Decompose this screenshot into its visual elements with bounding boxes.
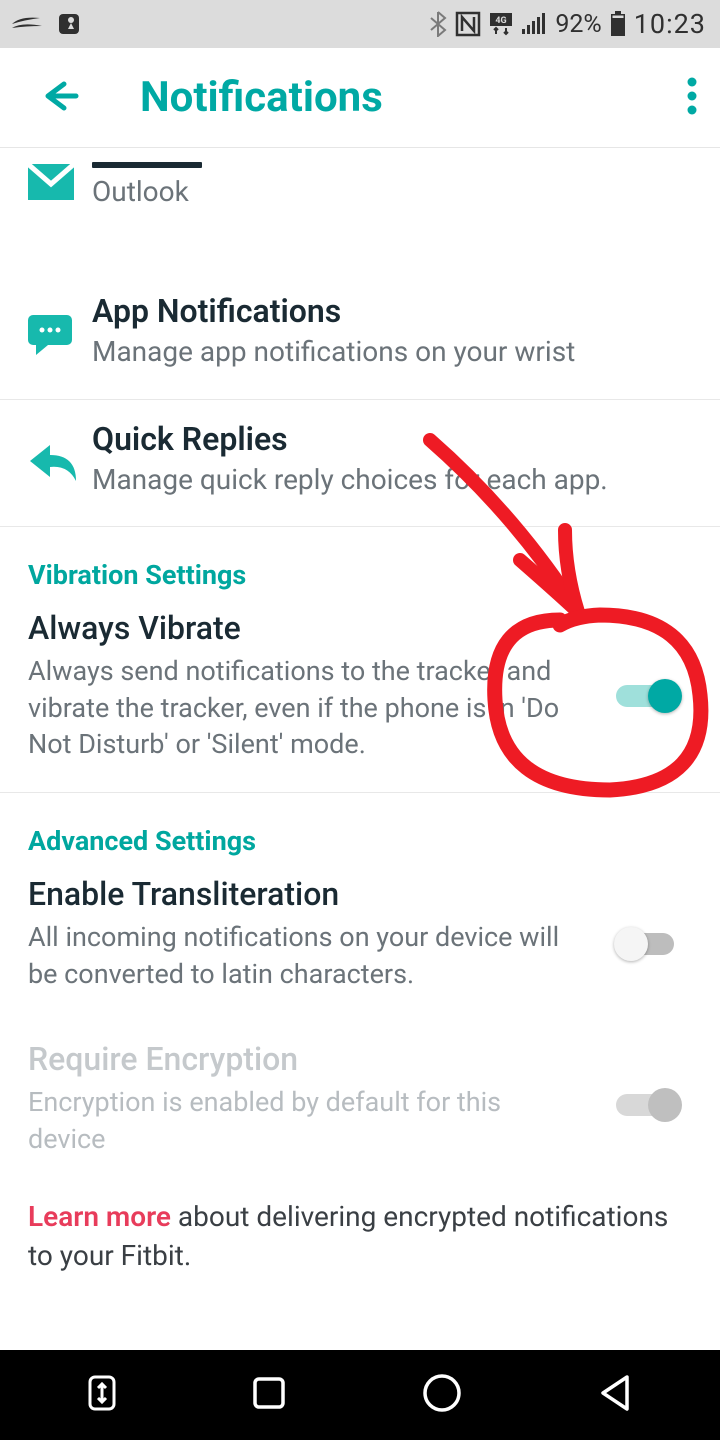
always-vibrate-desc: Always send notifications to the tracker… bbox=[28, 653, 568, 762]
clock: 10:23 bbox=[634, 8, 706, 40]
overflow-menu-button[interactable] bbox=[686, 76, 698, 120]
always-vibrate-setting[interactable]: Always Vibrate Always send notifications… bbox=[0, 599, 720, 793]
nav-home-button[interactable] bbox=[421, 1372, 463, 1418]
quick-replies-subtitle: Manage quick reply choices for each app. bbox=[92, 462, 692, 498]
transliteration-toggle[interactable] bbox=[616, 926, 686, 962]
advanced-section-header: Advanced Settings bbox=[0, 793, 720, 865]
nfc-icon bbox=[455, 11, 481, 37]
nav-back-button[interactable] bbox=[597, 1373, 633, 1417]
maps-icon bbox=[56, 11, 82, 37]
status-bar: 4G 92% 10:23 bbox=[0, 0, 720, 48]
learn-more-text: Learn more about delivering encrypted no… bbox=[0, 1187, 720, 1315]
app-notifications-subtitle: Manage app notifications on your wrist bbox=[92, 334, 692, 370]
reply-icon bbox=[28, 426, 78, 498]
signal-icon bbox=[521, 13, 547, 35]
battery-percent: 92% bbox=[555, 10, 601, 39]
encryption-desc: Encryption is enabled by default for thi… bbox=[28, 1084, 568, 1157]
quick-replies-row[interactable]: Quick Replies Manage quick reply choices… bbox=[0, 400, 720, 527]
encryption-toggle bbox=[616, 1087, 686, 1123]
vibration-section-header: Vibration Settings bbox=[0, 527, 720, 599]
transliteration-title: Enable Transliteration bbox=[28, 875, 692, 913]
navigation-bar bbox=[0, 1350, 720, 1440]
always-vibrate-toggle[interactable] bbox=[616, 678, 686, 714]
carrier-icon bbox=[10, 14, 44, 34]
battery-icon bbox=[610, 11, 626, 37]
app-notifications-title: App Notifications bbox=[92, 292, 692, 330]
always-vibrate-title: Always Vibrate bbox=[28, 609, 692, 647]
app-header: Notifications bbox=[0, 48, 720, 148]
data-4g-icon: 4G bbox=[489, 12, 513, 36]
page-title: Notifications bbox=[140, 73, 383, 122]
back-button[interactable] bbox=[36, 74, 80, 122]
settings-list: Emails Outlook App Notifications Manage … bbox=[0, 148, 720, 1316]
encryption-title: Require Encryption bbox=[28, 1040, 692, 1078]
bluetooth-icon bbox=[429, 11, 447, 37]
nav-recent-button[interactable] bbox=[251, 1375, 287, 1415]
transliteration-setting[interactable]: Enable Transliteration All incoming noti… bbox=[0, 865, 720, 1022]
learn-more-link[interactable]: Learn more bbox=[28, 1200, 171, 1233]
emails-row[interactable]: Emails Outlook bbox=[0, 148, 720, 246]
quick-replies-title: Quick Replies bbox=[92, 420, 692, 458]
transliteration-desc: All incoming notifications on your devic… bbox=[28, 919, 568, 992]
app-notifications-row[interactable]: App Notifications Manage app notificatio… bbox=[0, 246, 720, 399]
emails-subtitle: Outlook bbox=[92, 174, 692, 210]
chat-icon bbox=[28, 298, 72, 370]
encryption-setting: Require Encryption Encryption is enabled… bbox=[0, 1022, 720, 1187]
email-icon bbox=[28, 154, 74, 210]
svg-text:4G: 4G bbox=[496, 16, 507, 26]
nav-expand-icon[interactable] bbox=[87, 1374, 117, 1416]
